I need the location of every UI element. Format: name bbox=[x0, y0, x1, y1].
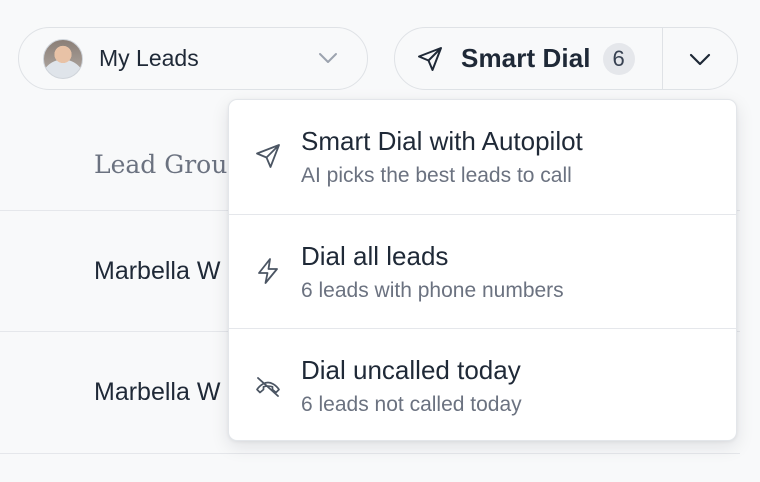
smart-dial-menu: Smart Dial with Autopilot AI picks the b… bbox=[228, 99, 737, 441]
menu-item-title: Dial all leads bbox=[301, 241, 449, 271]
table-row-name[interactable]: Marbella W bbox=[94, 257, 220, 286]
menu-item-title: Dial uncalled today bbox=[301, 355, 521, 385]
smart-dial-button[interactable]: Smart Dial 6 bbox=[395, 28, 663, 89]
avatar bbox=[43, 38, 83, 79]
menu-item-dial-uncalled-today[interactable]: Dial uncalled today 6 leads not called t… bbox=[229, 328, 736, 440]
menu-item-subtitle: 6 leads not called today bbox=[301, 393, 522, 416]
send-icon bbox=[256, 144, 280, 168]
table-row-name[interactable]: Marbella W bbox=[94, 378, 220, 407]
menu-item-dial-all-leads[interactable]: Dial all leads 6 leads with phone number… bbox=[229, 214, 736, 328]
chevron-down-icon bbox=[319, 53, 337, 63]
owner-filter-label: My Leads bbox=[99, 45, 199, 71]
smart-dial-count-badge: 6 bbox=[602, 42, 635, 75]
phone-off-icon bbox=[256, 377, 280, 397]
lightning-icon bbox=[258, 258, 278, 284]
smart-dial-dropdown-toggle[interactable] bbox=[663, 28, 737, 89]
smart-dial-label: Smart Dial bbox=[461, 43, 591, 73]
chevron-down-icon bbox=[689, 53, 711, 65]
menu-item-subtitle: AI picks the best leads to call bbox=[301, 164, 572, 187]
menu-item-smart-dial-autopilot[interactable]: Smart Dial with Autopilot AI picks the b… bbox=[229, 100, 736, 214]
row-divider bbox=[0, 453, 740, 454]
menu-item-subtitle: 6 leads with phone numbers bbox=[301, 279, 564, 302]
column-header-lead-group[interactable]: Lead Grou bbox=[94, 150, 227, 179]
owner-filter-select[interactable]: My Leads bbox=[18, 27, 368, 90]
menu-item-title: Smart Dial with Autopilot bbox=[301, 126, 583, 156]
smart-dial-group: Smart Dial 6 bbox=[394, 27, 738, 90]
send-icon bbox=[418, 46, 442, 71]
